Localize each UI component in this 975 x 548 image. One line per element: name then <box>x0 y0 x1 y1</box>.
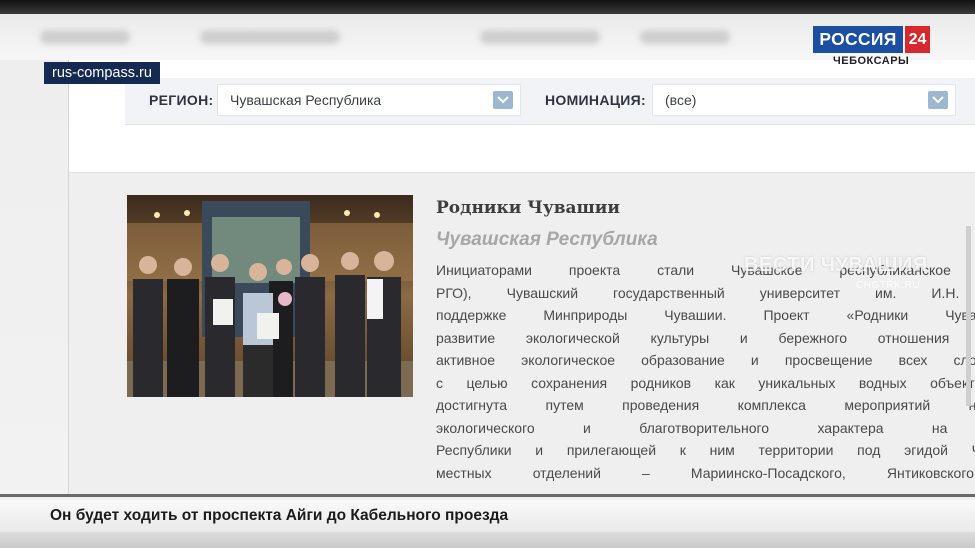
chevron-down-icon[interactable] <box>928 91 948 109</box>
chevron-down-icon[interactable] <box>493 91 513 109</box>
region-select-value: Чувашская Республика <box>230 92 382 108</box>
tv-bottom-band <box>0 532 975 548</box>
filter-bar: РЕГИОН: Чувашская Республика НОМИНАЦИЯ: … <box>125 78 975 125</box>
channel-name: РОССИЯ <box>813 26 903 53</box>
tv-top-band <box>0 0 975 14</box>
nomination-label: НОМИНАЦИЯ: <box>545 92 646 108</box>
vesti-watermark-url: CHGTRK.RU <box>856 280 920 291</box>
channel-logo: РОССИЯ 24 <box>813 26 930 53</box>
news-ticker: Он будет ходить от проспекта Айги до Каб… <box>0 500 975 532</box>
project-card: Родники Чувашии Чувашская Республика Ини… <box>69 172 975 496</box>
channel-city: ЧЕБОКСАРЫ <box>833 55 910 67</box>
region-select[interactable]: Чувашская Республика <box>217 84 521 116</box>
description-line: Республики и прилегающей к ним территори… <box>436 442 975 458</box>
project-title[interactable]: Родники Чувашии <box>436 198 620 218</box>
source-tag: rus-compass.ru <box>44 62 160 84</box>
description-line: с целью сохранения родников как уникальн… <box>436 374 975 391</box>
channel-number: 24 <box>905 26 930 53</box>
project-description: Инициаторами проекта стали Чувашское рес… <box>436 259 975 484</box>
description-line: достигнута путем проведения комплекса ме… <box>436 397 975 413</box>
website-content: РЕГИОН: Чувашская Республика НОМИНАЦИЯ: … <box>68 60 975 496</box>
group-photo-image <box>127 195 413 397</box>
vesti-watermark: ВЕСТИ ЧУВАШИЯ <box>744 254 928 276</box>
region-label: РЕГИОН: <box>149 92 214 108</box>
page-scrollbar[interactable] <box>966 226 971 406</box>
ticker-divider <box>0 494 975 497</box>
description-line: экологического и благотворительного хара… <box>436 419 975 436</box>
tv-frame: РЕГИОН: Чувашская Республика НОМИНАЦИЯ: … <box>0 0 975 548</box>
ticker-text: Он будет ходить от проспекта Айги до Каб… <box>50 507 509 524</box>
description-line: поддержке Минприроды Чувашии. Проект «Ро… <box>436 307 975 323</box>
description-line: активное экологическое образование и про… <box>436 352 975 368</box>
nomination-select-value: (все) <box>665 92 697 108</box>
description-line: местных отделений – Мариинско-Посадского… <box>436 464 975 481</box>
project-region: Чувашская Республика <box>436 229 658 250</box>
nomination-select[interactable]: (все) <box>652 84 956 116</box>
project-photo[interactable] <box>127 195 413 397</box>
description-line: развитие экологической культуры и бережн… <box>436 329 975 346</box>
